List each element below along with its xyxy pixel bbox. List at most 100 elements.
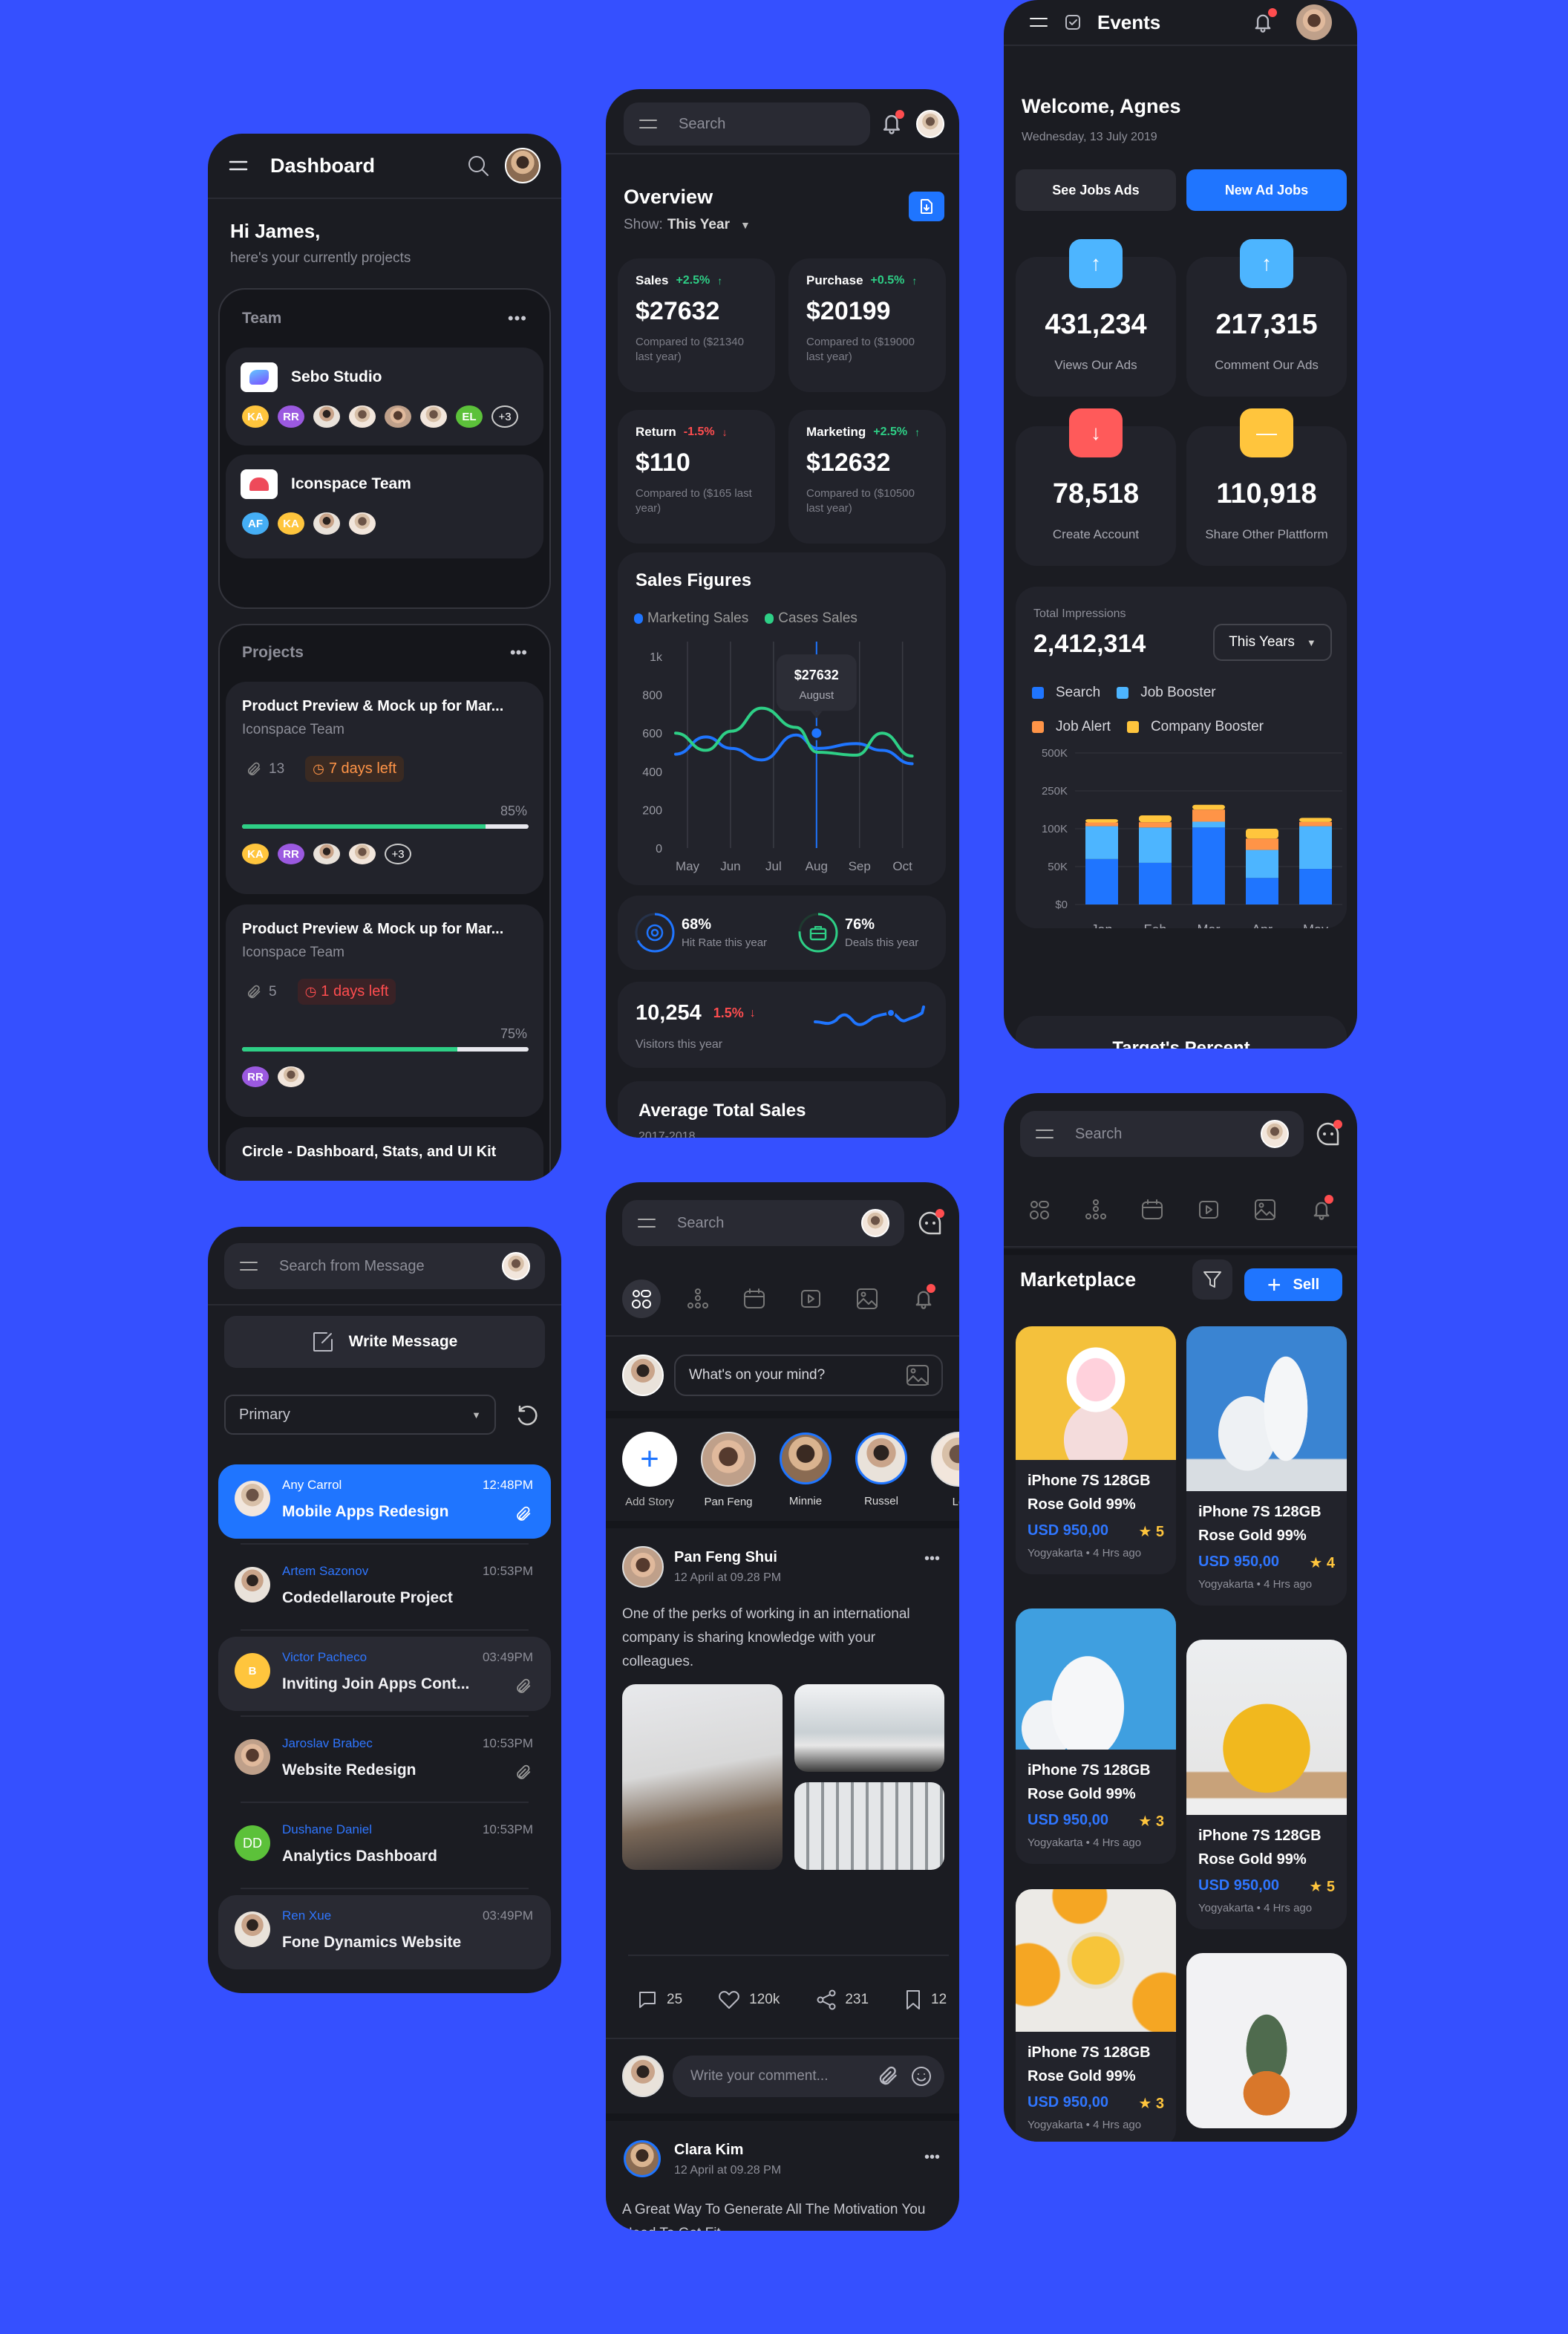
menu-icon[interactable] bbox=[637, 1216, 656, 1230]
user-avatar[interactable] bbox=[916, 110, 944, 138]
kpi-card[interactable]: — 110,918 Share Other Plattform bbox=[1186, 408, 1347, 566]
message-item[interactable]: B Victor Pacheco 03:49PM Inviting Join A… bbox=[218, 1637, 551, 1711]
sell-button[interactable]: + Sell bbox=[1244, 1268, 1342, 1301]
post-image[interactable] bbox=[622, 1684, 783, 1870]
paperclip-icon[interactable] bbox=[878, 2066, 898, 2087]
filter-button[interactable] bbox=[1192, 1259, 1232, 1300]
more-options-icon[interactable]: ••• bbox=[510, 643, 527, 662]
nav-videos[interactable] bbox=[791, 1280, 830, 1318]
search-bar[interactable]: Search bbox=[1020, 1111, 1304, 1157]
user-avatar[interactable] bbox=[861, 1209, 889, 1237]
nav-events[interactable] bbox=[1133, 1190, 1172, 1229]
kpi-card[interactable]: ↑ 217,315 Comment Our Ads bbox=[1186, 239, 1347, 397]
arrow-down-icon: ↓ bbox=[1069, 408, 1123, 457]
share-button[interactable]: 231 bbox=[815, 1989, 869, 2011]
period-select[interactable]: This Years ▼ bbox=[1213, 624, 1332, 661]
story-item[interactable]: Russel bbox=[855, 1432, 907, 1507]
message-search-bar[interactable]: Search from Message bbox=[224, 1243, 545, 1289]
nav-notifications[interactable] bbox=[904, 1280, 943, 1318]
menu-icon[interactable] bbox=[638, 117, 658, 131]
story-item[interactable]: Le bbox=[931, 1432, 959, 1508]
kpi-card[interactable]: ↓ 78,518 Create Account bbox=[1016, 408, 1176, 566]
notification-button[interactable] bbox=[1252, 8, 1277, 33]
more-options-icon[interactable]: ••• bbox=[924, 2149, 940, 2166]
team-card[interactable]: Sebo Studio KA RR EL +3 bbox=[226, 348, 543, 446]
nav-apps[interactable] bbox=[1020, 1190, 1059, 1229]
stat-card-marketing[interactable]: Marketing +2.5% ↑ $12632 Compared to ($105… bbox=[788, 410, 946, 544]
project-card[interactable]: Circle - Dashboard, Stats, and UI Kit bbox=[226, 1127, 543, 1181]
more-members-badge[interactable]: +3 bbox=[385, 844, 411, 864]
folder-select[interactable]: Primary ▼ bbox=[224, 1395, 496, 1435]
nav-videos[interactable] bbox=[1189, 1190, 1228, 1229]
notification-button[interactable] bbox=[881, 110, 904, 135]
comment-input[interactable]: Write your comment... bbox=[673, 2056, 944, 2097]
menu-icon[interactable] bbox=[239, 1259, 258, 1273]
post-author[interactable]: Pan Feng Shui bbox=[674, 1549, 777, 1566]
product-card[interactable]: iPhone 7S 128GB Rose Gold 99% USD 950,00… bbox=[1186, 1640, 1347, 1929]
message-item[interactable]: Any Carrol 12:48PM Mobile Apps Redesign bbox=[218, 1464, 551, 1539]
message-item[interactable]: Artem Sazonov 10:53PM Codedellaroute Pro… bbox=[218, 1551, 551, 1625]
nav-notifications[interactable] bbox=[1302, 1190, 1341, 1229]
message-item[interactable]: DD Dushane Daniel 10:53PM Analytics Dash… bbox=[218, 1809, 551, 1883]
project-card[interactable]: Product Preview & Mock up for Mar... Ico… bbox=[226, 904, 543, 1117]
product-card[interactable]: iPhone 7S 128GB Rose Gold 99% USD 950,00… bbox=[1016, 1608, 1176, 1864]
stat-card-return[interactable]: Return -1.5% ↓ $110 Compared to ($165 last… bbox=[618, 410, 775, 544]
search-bar[interactable]: Search bbox=[622, 1200, 904, 1246]
search-input[interactable]: Search bbox=[1075, 1126, 1240, 1143]
story-item[interactable]: Pan Feng bbox=[701, 1432, 756, 1508]
export-button[interactable] bbox=[909, 192, 944, 221]
write-message-button[interactable]: Write Message bbox=[224, 1316, 545, 1368]
post-author[interactable]: Clara Kim bbox=[674, 2142, 743, 2159]
message-search-input[interactable]: Search from Message bbox=[279, 1258, 481, 1275]
menu-icon[interactable] bbox=[1035, 1127, 1054, 1141]
nav-groups[interactable] bbox=[679, 1280, 717, 1318]
product-card[interactable] bbox=[1186, 1953, 1347, 2128]
more-options-icon[interactable]: ••• bbox=[924, 1551, 940, 1568]
menu-icon[interactable] bbox=[229, 158, 248, 173]
post-image[interactable] bbox=[794, 1684, 944, 1772]
project-card[interactable]: Product Preview & Mock up for Mar... Ico… bbox=[226, 682, 543, 894]
post-author-avatar[interactable] bbox=[624, 2140, 661, 2177]
kpi-card[interactable]: ↑ 431,234 Views Our Ads bbox=[1016, 239, 1176, 397]
stat-card-sales[interactable]: Sales +2.5% ↑ $27632 Compared to ($21340 l… bbox=[618, 258, 775, 392]
new-jobs-button[interactable]: New Ad Jobs bbox=[1186, 169, 1347, 211]
like-button[interactable]: 120k bbox=[718, 1989, 780, 2010]
search-input[interactable]: Search bbox=[677, 1215, 840, 1232]
nav-photos[interactable] bbox=[1246, 1190, 1284, 1229]
chat-button[interactable] bbox=[1316, 1120, 1342, 1147]
user-avatar[interactable] bbox=[1296, 4, 1332, 40]
refresh-icon[interactable] bbox=[515, 1404, 539, 1427]
message-item[interactable]: Jaroslav Brabec 10:53PM Website Redesign bbox=[218, 1723, 551, 1797]
image-icon[interactable] bbox=[906, 1364, 930, 1386]
more-members-badge[interactable]: +3 bbox=[491, 405, 518, 428]
user-avatar[interactable] bbox=[1261, 1120, 1289, 1148]
user-avatar[interactable] bbox=[505, 148, 540, 183]
post-image[interactable] bbox=[794, 1782, 944, 1870]
chat-button[interactable] bbox=[918, 1209, 944, 1236]
period-filter[interactable]: Show: This Year ▼ bbox=[624, 217, 751, 233]
nav-events[interactable] bbox=[735, 1280, 774, 1318]
user-avatar[interactable] bbox=[502, 1252, 530, 1280]
product-card[interactable]: iPhone 7S 128GB Rose Gold 99% USD 950,00… bbox=[1016, 1889, 1176, 2142]
post-author-avatar[interactable] bbox=[622, 1546, 664, 1588]
menu-icon[interactable] bbox=[1029, 16, 1048, 29]
message-item[interactable]: Ren Xue 03:49PM Fone Dynamics Website bbox=[218, 1895, 551, 1969]
search-bar[interactable]: Search bbox=[624, 102, 870, 146]
stat-card-purchase[interactable]: Purchase +0.5% ↑ $20199 Compared to ($1900… bbox=[788, 258, 946, 392]
search-input[interactable]: Search bbox=[679, 116, 725, 133]
nav-groups[interactable] bbox=[1077, 1190, 1115, 1229]
emoji-icon[interactable] bbox=[910, 2065, 932, 2087]
nav-photos[interactable] bbox=[848, 1280, 886, 1318]
save-button[interactable]: 12 bbox=[904, 1989, 947, 2011]
more-options-icon[interactable]: ••• bbox=[508, 309, 527, 328]
comment-button[interactable]: 25 bbox=[637, 1989, 682, 2010]
story-item[interactable]: Minnie bbox=[780, 1432, 832, 1507]
post-composer[interactable]: What's on your mind? bbox=[674, 1355, 943, 1396]
see-jobs-button[interactable]: See Jobs Ads bbox=[1016, 169, 1176, 211]
nav-apps[interactable] bbox=[622, 1280, 661, 1318]
product-card[interactable]: iPhone 7S 128GB Rose Gold 99% USD 950,00… bbox=[1016, 1326, 1176, 1574]
search-icon[interactable] bbox=[466, 154, 490, 177]
team-card[interactable]: Iconspace Team AF KA bbox=[226, 454, 543, 558]
add-story-button[interactable]: + Add Story bbox=[622, 1432, 677, 1508]
product-card[interactable]: iPhone 7S 128GB Rose Gold 99% USD 950,00… bbox=[1186, 1326, 1347, 1606]
